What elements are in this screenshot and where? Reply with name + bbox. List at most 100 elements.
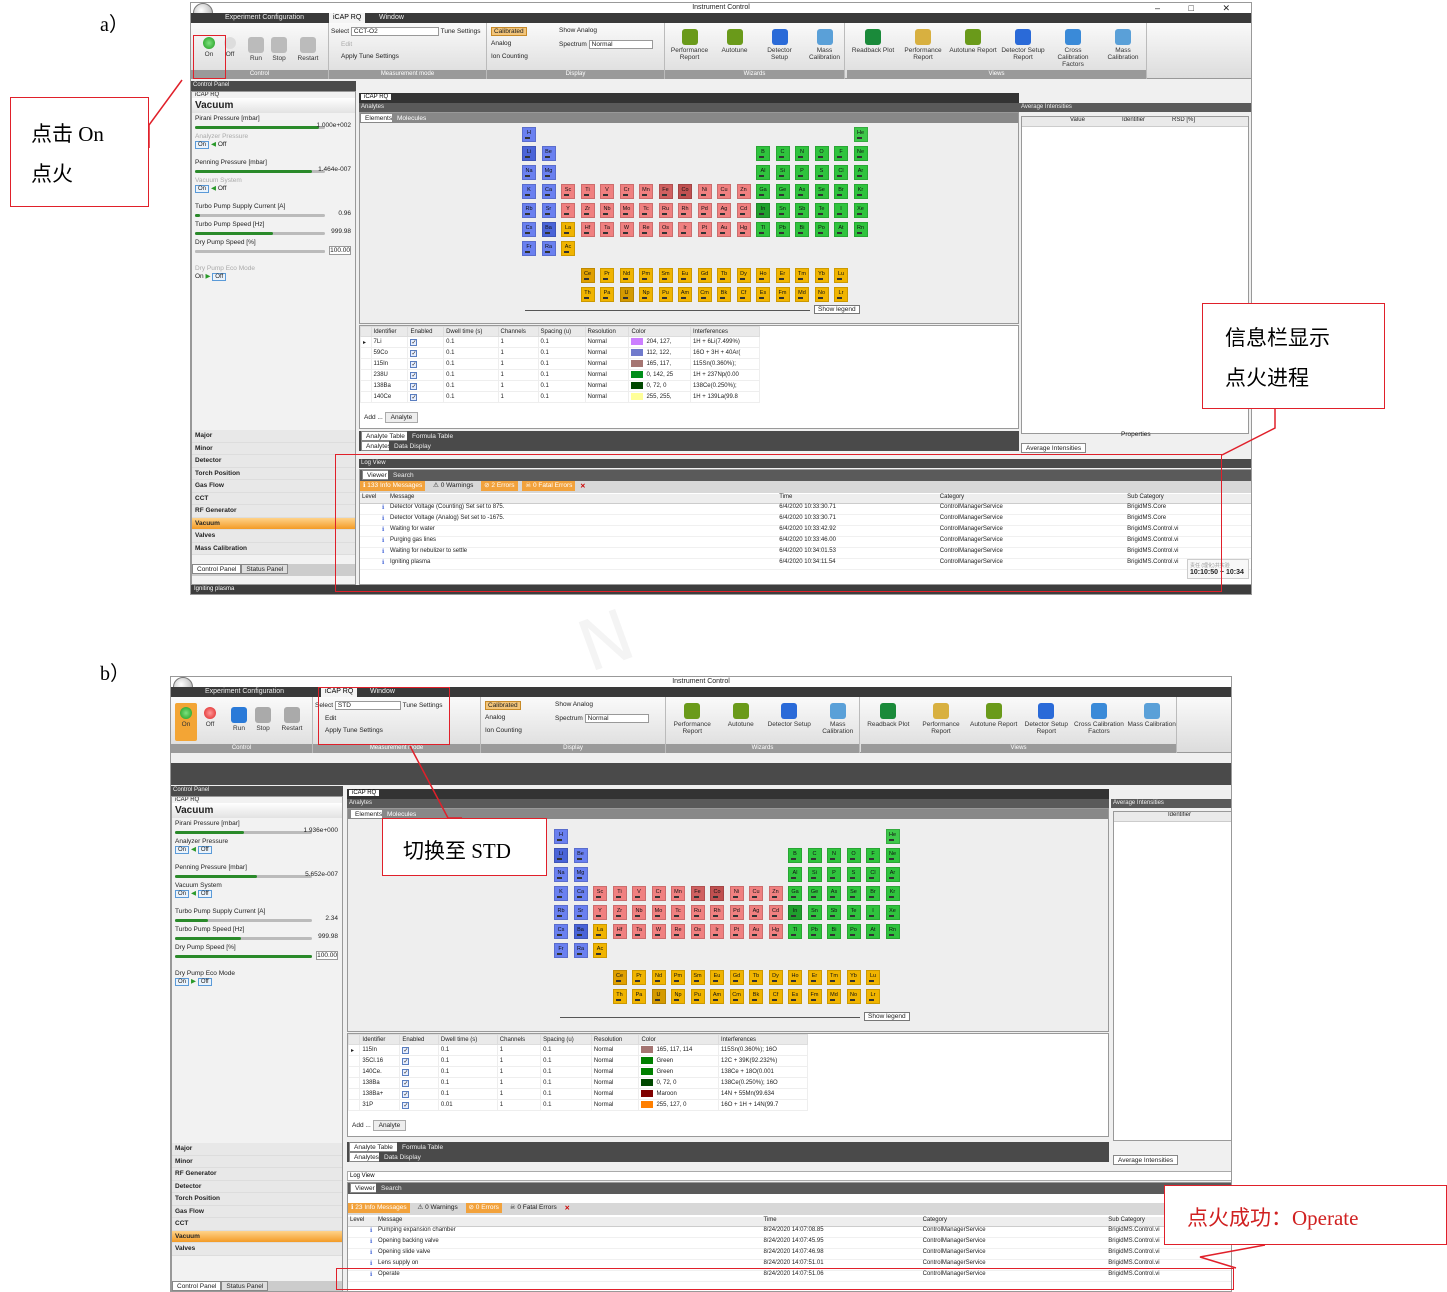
tab-status-panel[interactable]: Status Panel xyxy=(241,564,289,574)
element-s[interactable]: S xyxy=(846,867,861,882)
column-header[interactable]: Enabled xyxy=(399,1034,439,1045)
element-nb[interactable]: Nb xyxy=(632,905,646,920)
element-pa[interactable]: Pa xyxy=(600,286,614,302)
eco-off-button[interactable]: Off xyxy=(197,978,212,986)
enabled-checkbox[interactable]: ✓ xyxy=(402,1068,410,1076)
element-p[interactable]: P xyxy=(795,165,809,180)
column-header[interactable]: Dwell time (s) xyxy=(443,326,499,337)
element-w[interactable]: W xyxy=(619,222,634,237)
nav-item-detector[interactable]: Detector xyxy=(192,455,355,468)
restart-button[interactable]: Restart xyxy=(277,707,307,732)
element-ti[interactable]: Ti xyxy=(612,886,627,901)
element-br[interactable]: Br xyxy=(834,184,848,199)
column-header[interactable]: Interferences xyxy=(718,1034,808,1045)
view-detector-setup-report-button[interactable]: Detector Setup Report xyxy=(999,29,1047,61)
element-ba[interactable]: Ba xyxy=(573,924,588,939)
element-hf[interactable]: Hf xyxy=(580,222,595,237)
element-er[interactable]: Er xyxy=(807,969,822,985)
element-er[interactable]: Er xyxy=(775,267,790,283)
element-te[interactable]: Te xyxy=(846,905,861,920)
element-zn[interactable]: Zn xyxy=(768,886,783,901)
vacuum-on-button[interactable]: On xyxy=(195,185,210,193)
element-cf[interactable]: Cf xyxy=(768,988,783,1004)
element-tb[interactable]: Tb xyxy=(749,969,763,985)
table-row[interactable]: 138Ba+ ✓ 0.1 1 0.1 Normal Maroon 14N + 55Mn(99.… xyxy=(348,1088,808,1100)
element-b[interactable]: B xyxy=(756,146,770,161)
element-zr[interactable]: Zr xyxy=(612,905,627,920)
element-u[interactable]: U xyxy=(651,988,666,1004)
element-nd[interactable]: Nd xyxy=(651,969,666,985)
doc-tab-icap[interactable]: iCAP RQ xyxy=(361,94,392,100)
element-th[interactable]: Th xyxy=(612,988,627,1004)
nav-item-detector[interactable]: Detector xyxy=(172,1181,342,1193)
element-tc[interactable]: Tc xyxy=(671,905,685,920)
element-ag[interactable]: Ag xyxy=(717,203,731,218)
dry-speed-value[interactable]: 100.00 xyxy=(316,951,338,960)
element-o[interactable]: O xyxy=(846,848,861,863)
element-mn[interactable]: Mn xyxy=(671,886,685,901)
column-header[interactable]: Spacing (u) xyxy=(540,1034,592,1045)
element-v[interactable]: V xyxy=(632,886,646,901)
wizard-mass-calibration-button[interactable]: Mass Calibration xyxy=(804,29,845,61)
element-au[interactable]: Au xyxy=(717,222,731,237)
element-ne[interactable]: Ne xyxy=(853,146,868,161)
element-cr[interactable]: Cr xyxy=(651,886,666,901)
fatal-filter[interactable]: ☠ 0 Fatal Errors xyxy=(507,1203,560,1213)
element-fe[interactable]: Fe xyxy=(658,184,673,199)
element-sr[interactable]: Sr xyxy=(541,203,556,218)
element-tb[interactable]: Tb xyxy=(717,267,731,283)
element-s[interactable]: S xyxy=(814,165,829,180)
on-button[interactable]: On xyxy=(175,703,197,741)
element-as[interactable]: As xyxy=(795,184,809,199)
element-rn[interactable]: Rn xyxy=(885,924,900,939)
element-ho[interactable]: Ho xyxy=(788,969,802,985)
element-te[interactable]: Te xyxy=(814,203,829,218)
element-hg[interactable]: Hg xyxy=(736,222,751,237)
element-hg[interactable]: Hg xyxy=(768,924,783,939)
element-tl[interactable]: Tl xyxy=(756,222,770,237)
element-gd[interactable]: Gd xyxy=(697,267,712,283)
element-pb[interactable]: Pb xyxy=(807,924,822,939)
element-ga[interactable]: Ga xyxy=(756,184,770,199)
dry-speed-slider[interactable] xyxy=(195,250,325,253)
element-cd[interactable]: Cd xyxy=(768,905,783,920)
nav-item-torch-position[interactable]: Torch Position xyxy=(172,1193,342,1206)
element-sc[interactable]: Sc xyxy=(561,184,575,199)
element-h[interactable]: H xyxy=(522,127,536,142)
eco-off-button[interactable]: Off xyxy=(212,273,227,281)
column-header[interactable]: Channels xyxy=(496,1034,542,1045)
enabled-checkbox[interactable]: ✓ xyxy=(410,360,418,368)
tab-formula-table[interactable]: Formula Table xyxy=(407,431,459,441)
element-ir[interactable]: Ir xyxy=(710,924,724,939)
stop-button[interactable]: Stop xyxy=(269,37,289,62)
element-tc[interactable]: Tc xyxy=(639,203,653,218)
element-md[interactable]: Md xyxy=(827,988,841,1004)
table-row[interactable]: ▸ 7Li ✓ 0.1 1 0.1 Normal 204, 127, 1H + 6Li(7.49… xyxy=(360,336,761,348)
element-f[interactable]: F xyxy=(834,146,848,161)
view-cross-calibration-factors-button[interactable]: Cross Calibration Factors xyxy=(1049,29,1097,68)
pirani-slider[interactable] xyxy=(195,126,325,129)
warnings-filter[interactable]: ⚠ 0 Warnings xyxy=(414,1203,460,1213)
element-rh[interactable]: Rh xyxy=(710,905,724,920)
column-header[interactable]: Channels xyxy=(497,326,539,337)
element-xe[interactable]: Xe xyxy=(885,905,900,920)
element-he[interactable]: He xyxy=(853,127,868,142)
element-nd[interactable]: Nd xyxy=(619,267,634,283)
element-rn[interactable]: Rn xyxy=(853,222,868,237)
element-mo[interactable]: Mo xyxy=(619,203,634,218)
enabled-checkbox[interactable]: ✓ xyxy=(402,1090,410,1098)
analyzer-on-button[interactable]: On xyxy=(195,141,210,149)
analog-toggle[interactable]: Analog xyxy=(485,714,505,721)
element-lu[interactable]: Lu xyxy=(866,969,880,985)
info-filter[interactable]: ℹ 23 Info Messages xyxy=(348,1203,410,1214)
element-fm[interactable]: Fm xyxy=(807,988,822,1004)
element-br[interactable]: Br xyxy=(866,886,880,901)
element-ac[interactable]: Ac xyxy=(561,241,575,256)
wizard-performance-report-button[interactable]: Performance Report xyxy=(669,29,710,61)
vacuum-off-button[interactable]: Off xyxy=(197,890,212,898)
element-ba[interactable]: Ba xyxy=(541,222,556,237)
element-bi[interactable]: Bi xyxy=(827,924,841,939)
table-row[interactable]: 140Ce ✓ 0.1 1 0.1 Normal 255, 255, 1H + 139La(9… xyxy=(360,391,761,403)
wizard-performance-report-button[interactable]: Performance Report xyxy=(670,703,715,735)
calibrated-toggle[interactable]: Calibrated xyxy=(485,701,521,710)
